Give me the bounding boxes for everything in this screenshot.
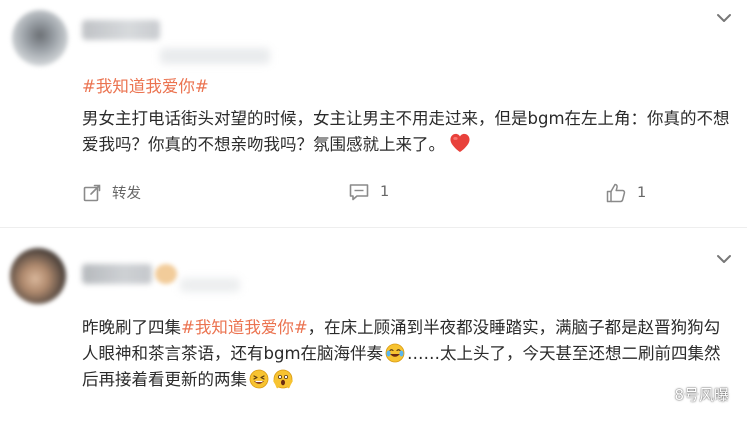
like-count: 1 <box>637 185 647 201</box>
like-icon <box>606 183 626 203</box>
post-text: 昨晚刷了四集#我知道我爱你#，在床上顾涌到半夜都没睡踏实，满脑子都是赵晋狗狗勾人… <box>82 315 732 393</box>
comment-button[interactable]: 1 <box>348 182 389 202</box>
topic-text[interactable]: #我知道我爱你# <box>82 77 209 96</box>
avatar[interactable] <box>12 10 68 66</box>
chevron-down-icon[interactable] <box>715 250 733 268</box>
scream-emoji <box>273 369 293 389</box>
user-badge-blurred <box>155 264 177 284</box>
share-label: 转发 <box>112 186 141 202</box>
post-body-start: 昨晚刷了四集 <box>82 318 181 337</box>
meta-blurred <box>180 278 240 292</box>
post-body: 男女主打电话街头对望的时候，女主让男主不用走过来，但是bgm在左上角：你真的不想… <box>82 109 730 154</box>
heart-emoji <box>450 133 470 153</box>
comment-post: #我知道我爱你# 男女主打电话街头对望的时候，女主让男主不用走过来，但是bgm在… <box>0 0 747 228</box>
chevron-down-icon[interactable] <box>715 9 733 27</box>
avatar[interactable] <box>10 248 66 304</box>
watermark: 8号风曝 <box>644 384 729 405</box>
action-bar: 转发 1 1 <box>0 180 747 206</box>
watermark-text: 8号风曝 <box>674 386 729 404</box>
share-button[interactable]: 转发 <box>82 182 141 203</box>
share-icon <box>83 184 101 201</box>
meta-blurred <box>160 48 270 64</box>
comment-post: 昨晚刷了四集#我知道我爱你#，在床上顾涌到半夜都没睡踏实，满脑子都是赵晋狗狗勾人… <box>0 228 747 425</box>
topic-link[interactable]: #我知道我爱你# <box>82 76 209 98</box>
like-button[interactable]: 1 <box>605 182 646 204</box>
grin-emoji <box>249 369 269 389</box>
username-blurred[interactable] <box>82 20 160 40</box>
post-text: 男女主打电话街头对望的时候，女主让男主不用走过来，但是bgm在左上角：你真的不想… <box>82 106 732 158</box>
comment-icon <box>349 184 369 201</box>
topic-link[interactable]: #我知道我爱你# <box>181 318 308 337</box>
wechat-icon <box>644 385 668 403</box>
username-blurred[interactable] <box>82 264 152 284</box>
comment-count: 1 <box>380 184 390 200</box>
laugh-cry-emoji <box>385 343 405 363</box>
